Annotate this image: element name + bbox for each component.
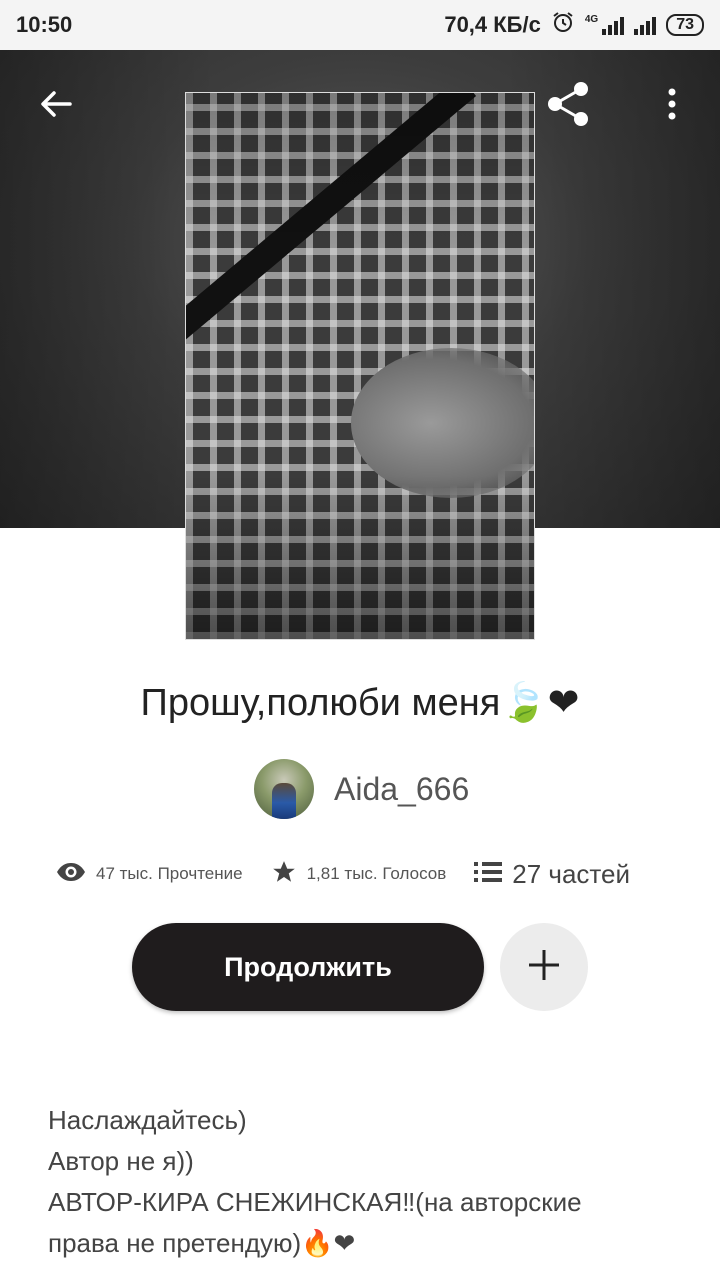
continue-reading-button[interactable]: Продолжить bbox=[132, 923, 484, 1011]
star-icon bbox=[271, 859, 297, 890]
share-button[interactable] bbox=[538, 76, 598, 136]
signal-icon bbox=[634, 15, 657, 35]
network-speed: 70,4 КБ/с bbox=[444, 12, 541, 37]
list-icon bbox=[474, 861, 503, 888]
description-line: АВТОР-КИРА СНЕЖИНСКАЯ‼(на авторские bbox=[48, 1187, 582, 1217]
story-description: Наслаждайтесь) Автор не я)) АВТОР-КИРА С… bbox=[48, 1100, 688, 1264]
eye-icon bbox=[56, 862, 86, 887]
parts-stat[interactable]: 27 частей bbox=[474, 859, 630, 890]
arrow-left-icon bbox=[38, 86, 74, 127]
status-time: 10:50 bbox=[16, 12, 73, 37]
network-type-label: 4G bbox=[584, 14, 599, 25]
story-cover-image bbox=[185, 92, 535, 640]
author-name: Aida_666 bbox=[334, 770, 470, 807]
plus-icon bbox=[526, 947, 562, 988]
battery-level: 73 bbox=[676, 16, 694, 33]
story-title: Прошу,полюби меня🍃❤ bbox=[140, 682, 580, 724]
battery-icon: 73 bbox=[666, 14, 704, 36]
votes-stat: 1,81 тыс. Голосов bbox=[271, 859, 447, 890]
author-link[interactable]: Aida_666 bbox=[254, 758, 469, 820]
alarm-icon bbox=[551, 10, 575, 40]
more-options-button[interactable] bbox=[642, 76, 702, 136]
status-indicators: 70,4 КБ/с 4G 73 bbox=[444, 10, 704, 40]
description-line: Наслаждайтесь) bbox=[48, 1105, 247, 1135]
status-bar: 10:50 70,4 КБ/с 4G 73 bbox=[0, 0, 720, 50]
votes-count: 1,81 тыс. Голосов bbox=[306, 864, 447, 883]
avatar bbox=[254, 759, 314, 819]
share-icon bbox=[543, 79, 593, 134]
reads-stat: 47 тыс. Прочтение bbox=[56, 862, 243, 887]
description-line: Автор не я)) bbox=[48, 1146, 194, 1176]
signal-4g-icon: 4G bbox=[584, 14, 625, 35]
more-vertical-icon bbox=[666, 86, 678, 127]
back-button[interactable] bbox=[26, 76, 86, 136]
add-to-library-button[interactable] bbox=[500, 923, 588, 1011]
parts-count: 27 частей bbox=[512, 858, 630, 889]
story-stats: 47 тыс. Прочтение 1,81 тыс. Голосов 27 ч… bbox=[56, 852, 676, 896]
reads-count: 47 тыс. Прочтение bbox=[96, 864, 243, 883]
description-line: права не претендую)🔥❤ bbox=[48, 1228, 356, 1258]
